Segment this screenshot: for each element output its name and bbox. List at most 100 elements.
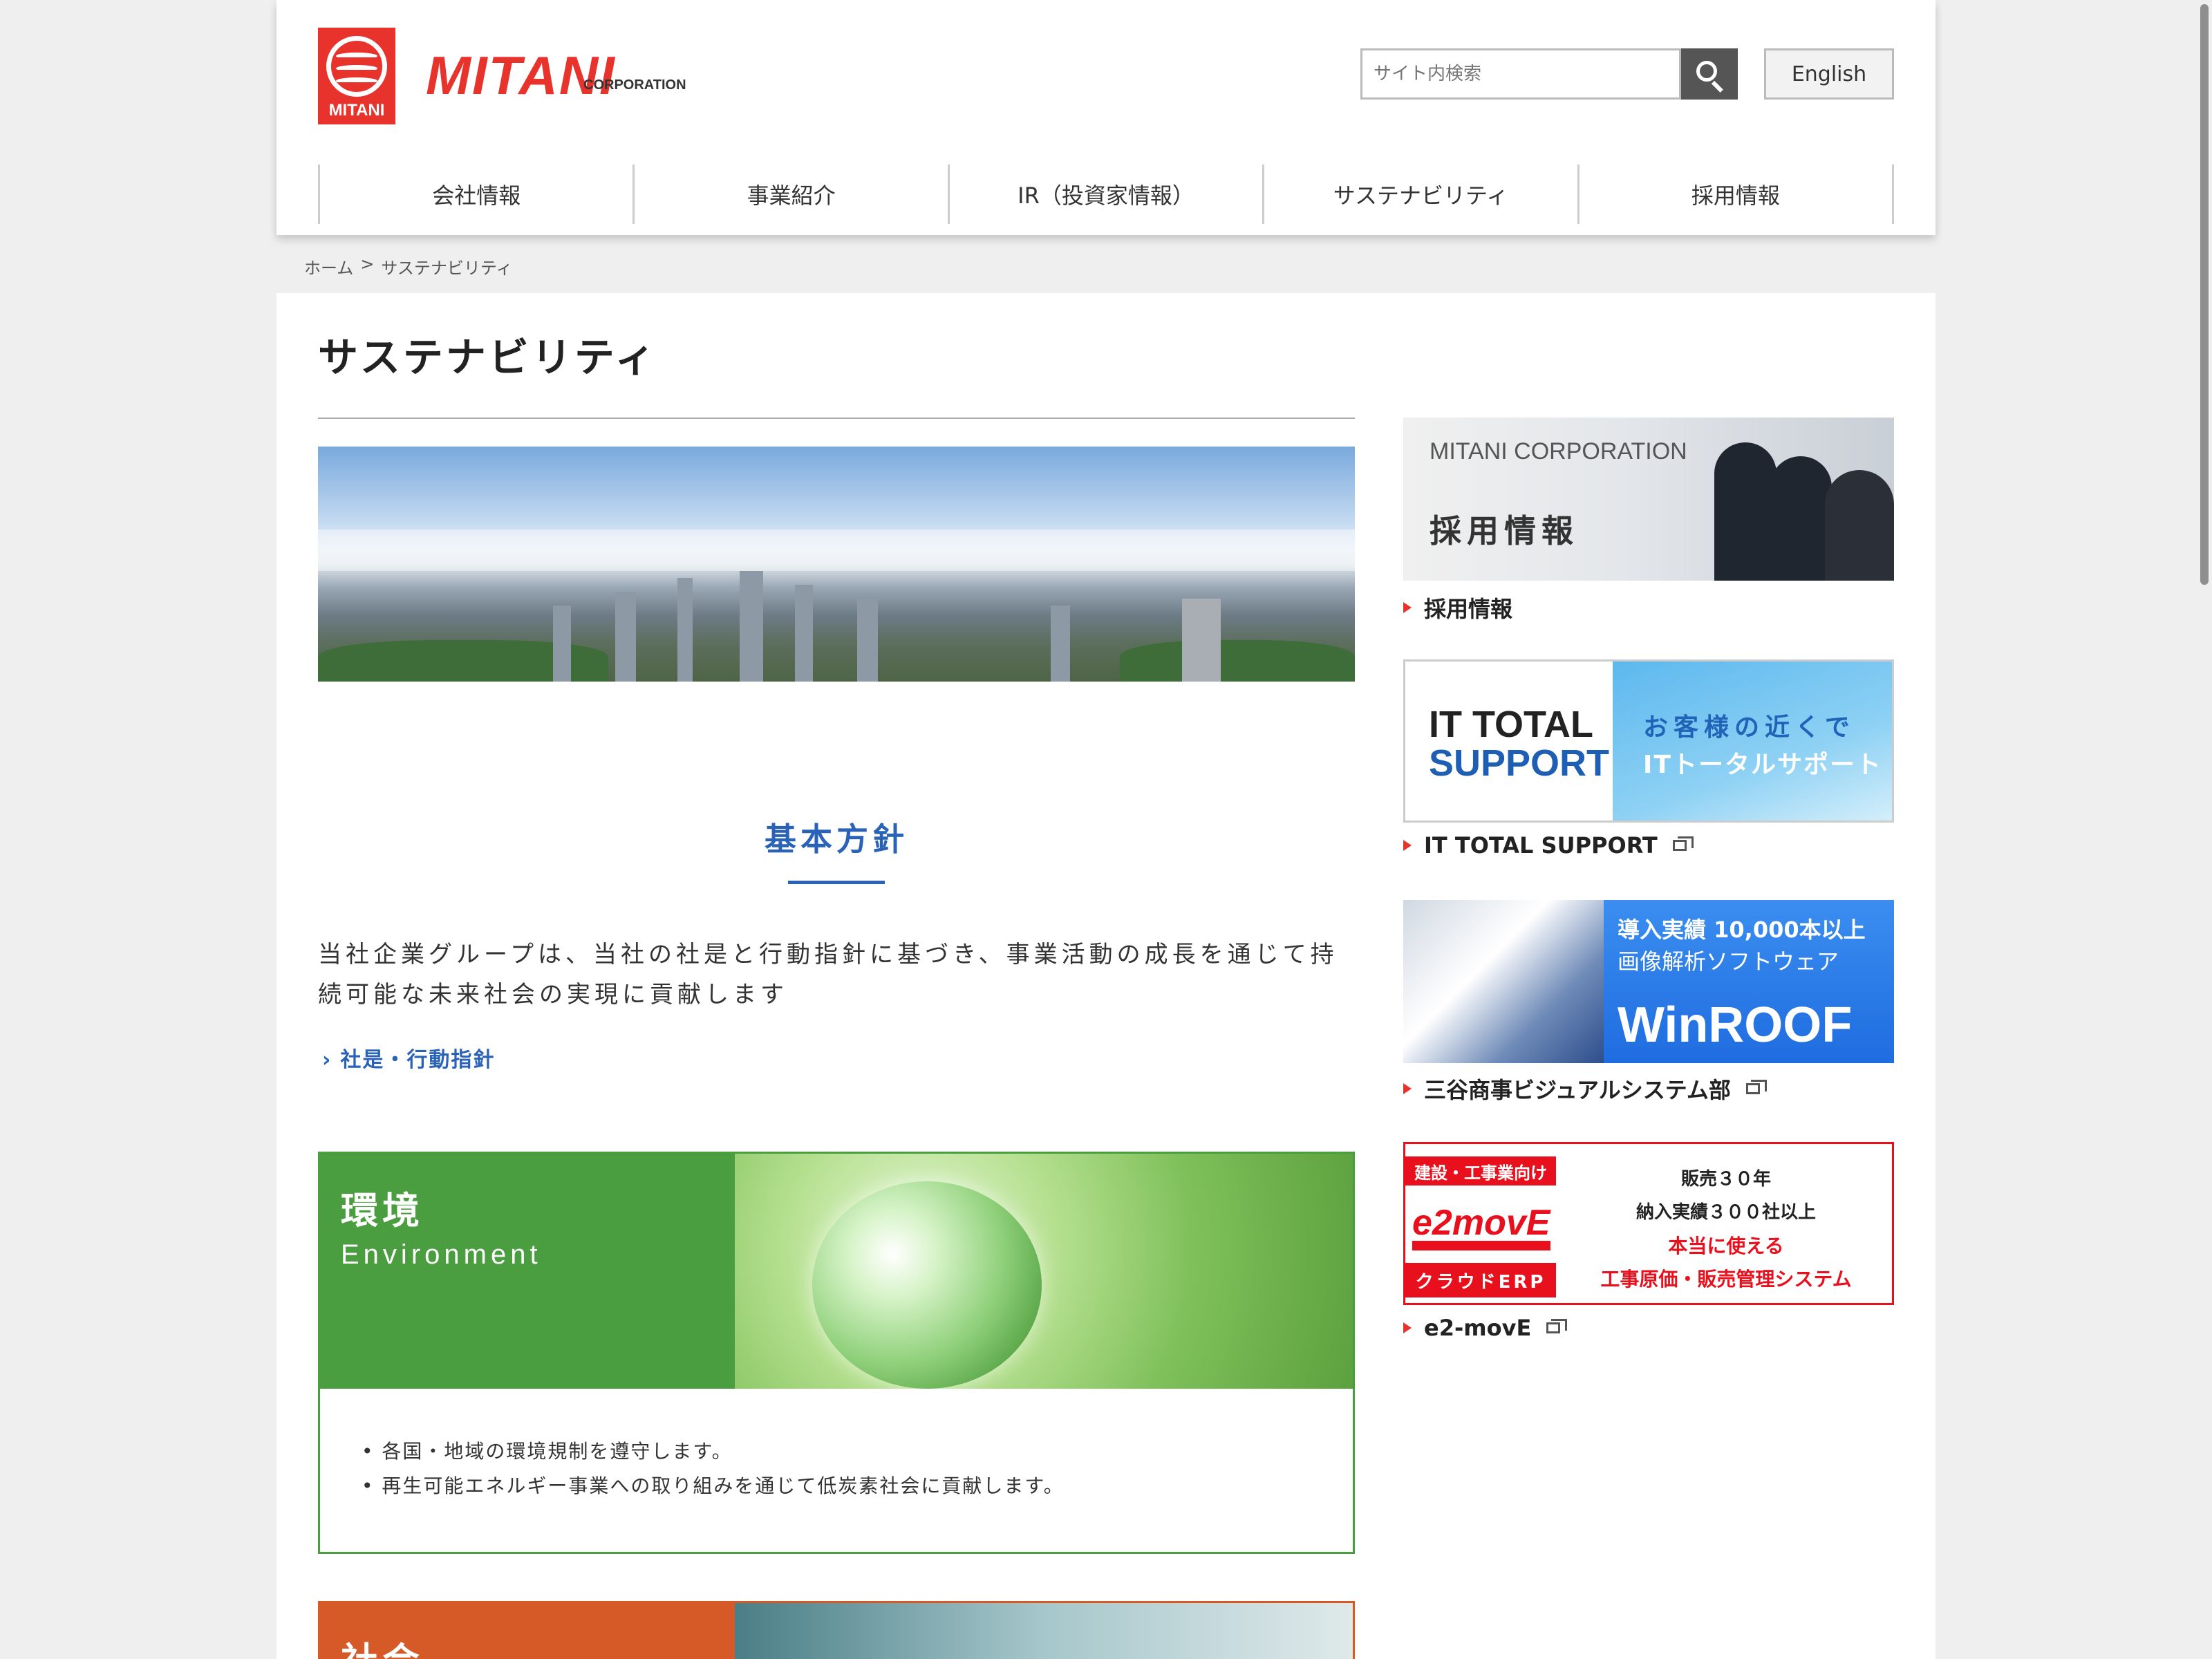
environment-list: 各国・地域の環境規制を遵守します。 再生可能エネルギー事業への取り組みを通じて低… <box>362 1434 1065 1503</box>
society-image <box>735 1603 1353 1659</box>
recruit-link-label: 採用情報 <box>1424 596 1513 622</box>
hero-building <box>740 571 763 682</box>
logo-wave-icon <box>336 65 377 72</box>
society-header: 社会 <box>320 1603 735 1659</box>
policy-link[interactable]: › 社是・行動指針 <box>322 1042 495 1073</box>
search-icon-handle <box>1711 80 1723 93</box>
glass-globe-image <box>812 1181 1042 1389</box>
e2move-r1: 販売３０年 <box>1680 1169 1771 1190</box>
search-input[interactable] <box>1360 48 1681 100</box>
environment-title-jp: 環境 <box>341 1189 424 1232</box>
breadcrumb: ホーム > サステナビリティ <box>304 254 512 279</box>
triangle-right-icon <box>1403 1322 1412 1333</box>
environment-title-en: Environment <box>341 1239 542 1270</box>
recruit-link[interactable]: 採用情報 <box>1403 592 1512 624</box>
e2move-r2: 納入実績３００社以上 <box>1635 1202 1816 1223</box>
global-nav: 会社情報 事業紹介 IR（投資家情報） サステナビリティ 採用情報 <box>318 165 1895 224</box>
it-support-link-label: IT TOTAL SUPPORT <box>1424 832 1658 859</box>
society-card: 社会 <box>318 1601 1355 1659</box>
list-item: 再生可能エネルギー事業への取り組みを通じて低炭素社会に貢献します。 <box>362 1469 1065 1503</box>
triangle-right-icon <box>1403 602 1412 613</box>
it-support-link[interactable]: IT TOTAL SUPPORT <box>1403 832 1694 859</box>
hero-building <box>857 599 878 682</box>
person-image <box>1825 470 1894 581</box>
triangle-right-icon <box>1403 840 1412 851</box>
chevron-right-icon: › <box>322 1048 332 1072</box>
hero-park <box>1120 640 1355 682</box>
e2move-r3: 本当に使える <box>1668 1235 1784 1257</box>
society-title-jp: 社会 <box>341 1631 424 1659</box>
it-support-l2: SUPPORT <box>1429 742 1610 784</box>
breadcrumb-current: サステナビリティ <box>381 259 513 278</box>
environment-image <box>735 1154 1353 1389</box>
breadcrumb-bar: ホーム > サステナビリティ <box>276 235 1936 293</box>
page: MITANI MITANI CORPORATION English 会社情報 事… <box>276 0 1936 1659</box>
environment-card: 環境 Environment 各国・地域の環境規制を遵守します。 再生可能エネル… <box>318 1152 1355 1554</box>
winroof-t1: 導入実績 10,000本以上 <box>1618 917 1866 943</box>
brand-name[interactable]: MITANI <box>426 44 616 107</box>
visual-system-link[interactable]: 三谷商事ビジュアルシステム部 <box>1403 1073 1767 1105</box>
e2move-r4: 工事原価・販売管理システム <box>1600 1268 1852 1291</box>
e2move-link-label: e2-movE <box>1424 1315 1532 1341</box>
environment-header: 環境 Environment <box>320 1154 735 1389</box>
site-header: MITANI MITANI CORPORATION English 会社情報 事… <box>276 0 1936 235</box>
page-title: サステナビリティ <box>318 334 658 381</box>
it-support-l1: IT TOTAL <box>1429 704 1593 745</box>
hero-building <box>553 606 571 682</box>
visual-system-link-label: 三谷商事ビジュアルシステム部 <box>1424 1077 1731 1103</box>
hero-building <box>677 578 693 682</box>
it-support-banner[interactable]: IT TOTAL SUPPORT お客様の近くで ITトータルサポート <box>1403 659 1894 823</box>
winroof-banner[interactable]: 導入実績 10,000本以上 画像解析ソフトウェア WinROOF <box>1403 900 1894 1063</box>
recruit-banner-top: MITANI CORPORATION <box>1430 438 1687 465</box>
external-link-icon <box>1546 1319 1568 1333</box>
e2move-tag2: クラウドERP <box>1405 1263 1556 1297</box>
nav-item-sustainability[interactable]: サステナビリティ <box>1264 165 1580 224</box>
title-divider <box>318 418 1355 419</box>
language-button[interactable]: English <box>1764 48 1894 100</box>
hero-image <box>318 447 1355 682</box>
policy-text: 当社企業グループは、当社の社是と行動指針に基づき、事業活動の成長を通じて持続可能… <box>318 941 1338 1009</box>
list-item: 各国・地域の環境規制を遵守します。 <box>362 1434 1065 1469</box>
it-support-r1: お客様の近くで <box>1643 713 1855 742</box>
it-support-banner-left: IT TOTAL SUPPORT <box>1405 662 1613 821</box>
winroof-banner-panel: 導入実績 10,000本以上 画像解析ソフトウェア WinROOF <box>1604 900 1894 1063</box>
winroof-t2: 画像解析ソフトウェア <box>1618 948 1839 975</box>
winroof-t3: WinROOF <box>1618 997 1853 1053</box>
hero-building <box>615 592 636 682</box>
e2move-logo: e2movE <box>1412 1203 1550 1243</box>
e2move-tag1: 建設・工事業向け <box>1405 1156 1556 1185</box>
e2move-link[interactable]: e2-movE <box>1403 1315 1568 1341</box>
page-scrollbar[interactable] <box>2197 0 2212 1659</box>
search-icon <box>1696 61 1717 82</box>
policy-link-label: 社是・行動指針 <box>340 1048 496 1072</box>
recruit-banner[interactable]: MITANI CORPORATION 採用情報 <box>1403 418 1894 581</box>
hero-building <box>1182 599 1221 682</box>
brand-sub: CORPORATION <box>583 77 686 93</box>
nav-item-ir[interactable]: IR（投資家情報） <box>950 165 1265 224</box>
e2move-banner[interactable]: 建設・工事業向け e2movE クラウドERP 販売３０年 納入実績３００社以上… <box>1403 1142 1894 1305</box>
logo-mark[interactable]: MITANI <box>318 28 395 124</box>
e2move-logo-bar <box>1412 1241 1550 1250</box>
policy-heading: 基本方針 <box>765 821 908 858</box>
nav-item-business[interactable]: 事業紹介 <box>635 165 950 224</box>
policy-heading-underline <box>788 881 885 884</box>
microscope-image <box>1403 900 1604 1063</box>
breadcrumb-home[interactable]: ホーム <box>304 254 353 279</box>
hero-building <box>1051 606 1070 682</box>
nav-item-recruit[interactable]: 採用情報 <box>1580 165 1895 224</box>
recruit-banner-main: 採用情報 <box>1430 512 1579 550</box>
logo-wave-icon <box>336 77 377 84</box>
triangle-right-icon <box>1403 1083 1412 1094</box>
search-button[interactable] <box>1681 48 1738 100</box>
e2move-banner-right: 販売３０年 納入実績３００社以上 本当に使える 工事原価・販売管理システム <box>1556 1144 1892 1303</box>
nav-item-company[interactable]: 会社情報 <box>320 165 635 224</box>
logo-mark-text: MITANI <box>328 101 385 120</box>
it-support-r2: ITトータルサポート <box>1643 751 1882 779</box>
person-image <box>1714 442 1777 581</box>
hero-haze <box>318 529 1355 571</box>
person-image <box>1770 456 1832 581</box>
breadcrumb-separator: > <box>360 254 375 274</box>
hero-building <box>795 585 813 682</box>
scrollbar-thumb[interactable] <box>2200 4 2209 585</box>
external-link-icon <box>1672 836 1694 851</box>
